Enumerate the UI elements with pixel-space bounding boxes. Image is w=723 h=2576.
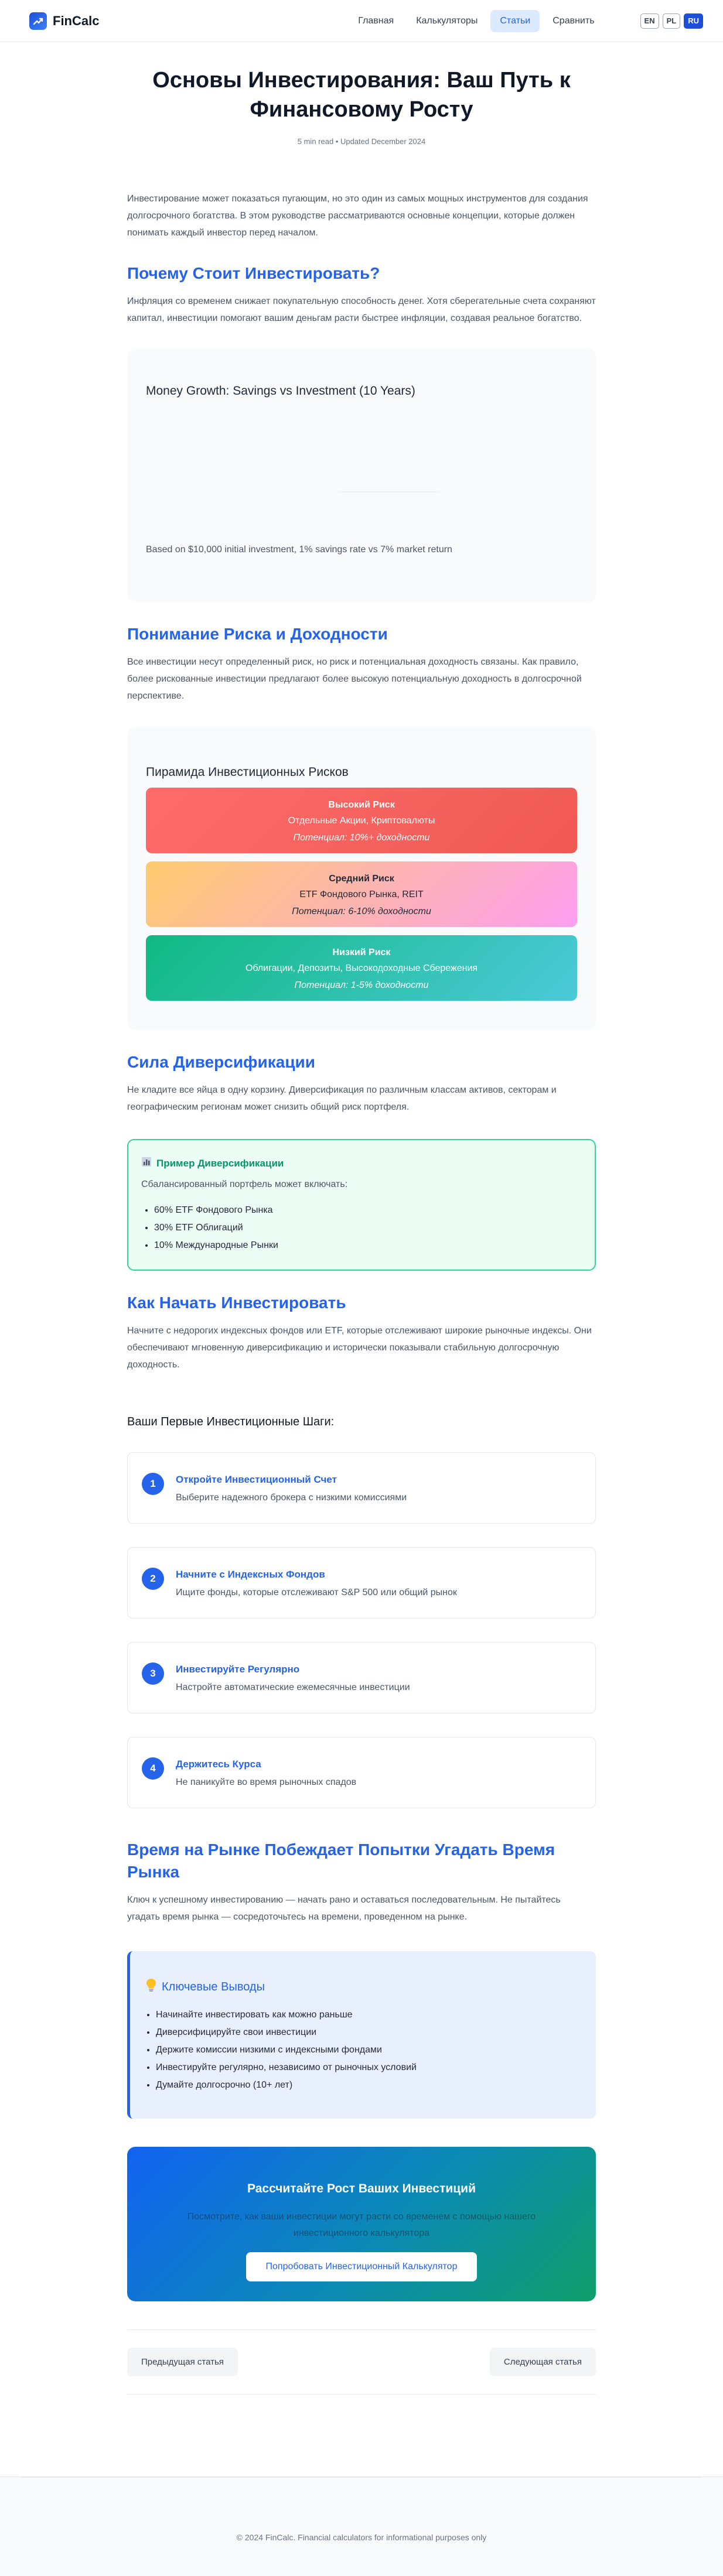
- growth-chart-card: Money Growth: Savings vs Investment (10 …: [127, 349, 596, 602]
- list-item: 60% ETF Фондового Рынка: [154, 1202, 582, 1219]
- language-button-pl[interactable]: PL: [662, 13, 681, 29]
- step-number-badge: 3: [142, 1662, 164, 1685]
- list-item: 10% Международные Рынки: [154, 1237, 582, 1254]
- previous-article-button[interactable]: Предыдущая статья: [127, 2348, 238, 2376]
- step-desc: Ищите фонды, которые отслеживают S&P 500…: [176, 1588, 457, 1597]
- key-takeaways-box: Ключевые Выводы Начинайте инвестировать …: [127, 1951, 596, 2119]
- calculator-cta-banner: Рассчитайте Рост Ваших Инвестиций Посмот…: [127, 2147, 596, 2301]
- risk-tier-desc: Отдельные Акции, Криптовалюты: [288, 816, 435, 826]
- step-title: Начните с Индексных Фондов: [176, 1569, 325, 1580]
- article-intro: Инвестирование может показаться пугающим…: [127, 194, 588, 238]
- nav-link-articles[interactable]: Статьи: [490, 9, 540, 32]
- lightbulb-icon: [145, 1978, 157, 1996]
- example-subtitle: Сбалансированный портфель может включать…: [141, 1179, 348, 1189]
- section-heading-why-invest: Почему Стоит Инвестировать?: [127, 264, 380, 282]
- step-number-badge: 4: [142, 1757, 164, 1780]
- takeaways-list: Начинайте инвестировать как можно раньше…: [145, 2006, 582, 2094]
- list-item: Инвестируйте регулярно, независимо от ры…: [156, 2059, 582, 2076]
- steps-title: Ваши Первые Инвестиционные Шаги:: [127, 1415, 335, 1428]
- footer-copyright: © 2024 FinCalc. Financial calculators fo…: [236, 2533, 487, 2542]
- list-item: Держите комиссии низкими с индексными фо…: [156, 2041, 582, 2059]
- step-card-3: 3 Инвестируйте Регулярно Настройте автом…: [127, 1642, 596, 1713]
- list-item: 30% ETF Облигаций: [154, 1219, 582, 1237]
- language-button-en[interactable]: EN: [640, 13, 659, 29]
- risk-tier-title: Средний Риск: [329, 874, 394, 884]
- cta-text: Посмотрите, как ваши инвестиции могут ра…: [187, 2212, 536, 2238]
- section-heading-risk-return: Понимание Риска и Доходности: [127, 625, 388, 643]
- step-card-1: 1 Откройте Инвестиционный Счет Выберите …: [127, 1452, 596, 1524]
- risk-tier-low: Низкий Риск Облигации, Депозиты, Высокод…: [146, 935, 577, 1001]
- step-desc: Выберите надежного брокера с низкими ком…: [176, 1493, 407, 1503]
- logo[interactable]: FinCalc: [29, 12, 99, 30]
- risk-tier-high: Высокий Риск Отдельные Акции, Криптовалю…: [146, 788, 577, 853]
- page-footer: © 2024 FinCalc. Financial calculators fo…: [0, 2476, 723, 2576]
- example-title: Пример Диверсификации: [156, 1157, 284, 1169]
- article-title: Основы Инвестирования: Ваш Путь к Финанс…: [152, 68, 571, 122]
- example-heading: Пример Диверсификации: [141, 1157, 582, 1170]
- chart-title: Money Growth: Savings vs Investment (10 …: [146, 384, 415, 398]
- section-text-time-in-market: Ключ к успешному инвестированию — начать…: [127, 1895, 561, 1922]
- step-card-2: 2 Начните с Индексных Фондов Ищите фонды…: [127, 1547, 596, 1619]
- risk-tier-potential: Потенциал: 10%+ доходности: [293, 833, 430, 843]
- article-pagination: Предыдущая статья Следующая статья: [127, 2329, 596, 2394]
- takeaways-heading: Ключевые Выводы: [145, 1978, 582, 1996]
- step-title: Откройте Инвестиционный Счет: [176, 1474, 337, 1485]
- risk-tier-potential: Потенциал: 1-5% доходности: [294, 980, 429, 990]
- diversification-example-box: Пример Диверсификации Сбалансированный п…: [127, 1139, 596, 1271]
- example-list: 60% ETF Фондового Рынка 30% ETF Облигаци…: [141, 1202, 582, 1254]
- nav-link-compare[interactable]: Сравнить: [543, 10, 603, 32]
- language-button-ru[interactable]: RU: [684, 13, 703, 29]
- section-text-how-to-start: Начните с недорогих индексных фондов или…: [127, 1326, 592, 1370]
- section-text-why-invest: Инфляция со временем снижает покупательн…: [127, 296, 596, 323]
- chart-note: Based on $10,000 initial investment, 1% …: [146, 545, 452, 555]
- step-desc: Не паникуйте во время рыночных спадов: [176, 1777, 357, 1787]
- risk-tier-title: Низкий Риск: [332, 947, 391, 957]
- bar-chart-icon: [141, 1157, 152, 1170]
- risk-tier-desc: ETF Фондового Рынка, REIT: [299, 890, 424, 899]
- top-navigation-bar: FinCalc Главная Калькуляторы Статьи Срав…: [0, 0, 723, 42]
- step-number-badge: 2: [142, 1568, 164, 1590]
- logo-text: FinCalc: [53, 13, 100, 28]
- list-item: Начинайте инвестировать как можно раньше: [156, 2006, 582, 2024]
- risk-tier-medium: Средний Риск ETF Фондового Рынка, REIT П…: [146, 861, 577, 927]
- risk-pyramid-title: Пирамида Инвестиционных Рисков: [146, 765, 349, 779]
- step-card-4: 4 Держитесь Курса Не паникуйте во время …: [127, 1737, 596, 1808]
- list-item: Диверсифицируйте свои инвестиции: [156, 2024, 582, 2041]
- logo-icon: [29, 12, 47, 30]
- list-item: Думайте долгосрочно (10+ лет): [156, 2076, 582, 2094]
- step-title: Инвестируйте Регулярно: [176, 1664, 300, 1675]
- try-calculator-button[interactable]: Попробовать Инвестиционный Калькулятор: [245, 2252, 478, 2281]
- footer-inner: © 2024 FinCalc. Financial calculators fo…: [22, 2477, 701, 2576]
- risk-tier-desc: Облигации, Депозиты, Высокодоходные Сбер…: [245, 963, 478, 973]
- section-text-risk-return: Все инвестиции несут определенный риск, …: [127, 657, 582, 701]
- section-heading-how-to-start: Как Начать Инвестировать: [127, 1294, 346, 1312]
- cta-title: Рассчитайте Рост Ваших Инвестиций: [247, 2182, 476, 2195]
- risk-tier-potential: Потенциал: 6-10% доходности: [292, 906, 431, 916]
- risk-tier-title: Высокий Риск: [328, 800, 395, 810]
- section-heading-time-in-market: Время на Рынке Побеждает Попытки Угадать…: [127, 1841, 555, 1881]
- step-number-badge: 1: [142, 1473, 164, 1495]
- article: Основы Инвестирования: Ваш Путь к Финанс…: [127, 66, 596, 2394]
- article-meta: 5 min read • Updated December 2024: [297, 137, 426, 146]
- next-article-button[interactable]: Следующая статья: [489, 2348, 596, 2376]
- language-switcher: EN PL RU: [640, 13, 703, 29]
- section-heading-diversification: Сила Диверсификации: [127, 1053, 315, 1071]
- section-text-diversification: Не кладите все яйца в одну корзину. Диве…: [127, 1085, 557, 1112]
- main-nav: Главная Калькуляторы Статьи Сравнить: [349, 9, 603, 32]
- takeaways-title: Ключевые Выводы: [162, 1980, 265, 1993]
- nav-link-home[interactable]: Главная: [349, 10, 403, 32]
- growth-chart-canvas: [339, 491, 439, 492]
- step-desc: Настройте автоматические ежемесячные инв…: [176, 1682, 410, 1692]
- nav-link-calculators[interactable]: Калькуляторы: [407, 10, 487, 32]
- step-title: Держитесь Курса: [176, 1759, 261, 1770]
- risk-pyramid-card: Пирамида Инвестиционных Рисков Высокий Р…: [127, 727, 596, 1030]
